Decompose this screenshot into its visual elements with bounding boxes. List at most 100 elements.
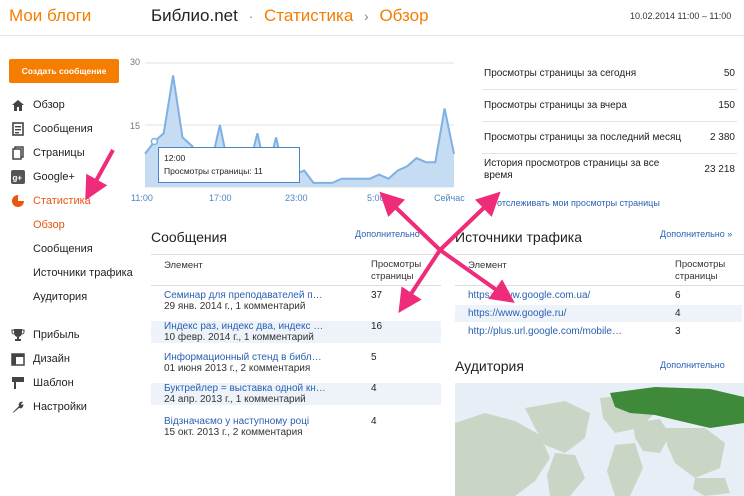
stat-label: Просмотры страницы за вчера — [484, 100, 627, 111]
svg-text:g+: g+ — [13, 174, 23, 183]
post-title-link[interactable]: Семинар для преподавателей п… — [151, 290, 341, 301]
chart-hover-point[interactable] — [150, 137, 159, 146]
post-row: Відзначаємо у наступному році 15 окт. 20… — [151, 416, 441, 438]
audience-world-map[interactable] — [455, 383, 744, 496]
sidebar-item-label: Шаблон — [33, 377, 74, 389]
stat-value: 50 — [723, 68, 735, 79]
sidebar-item-label: Страницы — [33, 147, 85, 159]
post-meta: 15 окт. 2013 г., 2 комментария — [164, 427, 303, 438]
sidebar-item-earnings[interactable]: Прибыль — [0, 323, 140, 347]
traffic-row: https://www.google.ru/ 4 — [455, 305, 742, 322]
stats-icon — [11, 194, 25, 208]
tooltip-time: 12:00 — [164, 153, 186, 163]
stat-label: История просмотров страницы за все время — [484, 158, 660, 181]
post-meta: 24 апр. 2013 г., 1 комментарий — [164, 394, 306, 405]
tooltip-text: Просмотры страницы: 11 — [164, 166, 263, 176]
post-title-link[interactable]: Відзначаємо у наступному році — [151, 416, 341, 427]
post-views: 4 — [371, 416, 377, 427]
post-meta: 10 февр. 2014 г., 1 комментарий — [164, 332, 314, 343]
sidebar-item-label: Прибыль — [33, 329, 80, 341]
x-tick-label: 17:00 — [209, 193, 232, 203]
sidebar-item-layout[interactable]: Дизайн — [0, 347, 140, 371]
world-map-graphic — [455, 387, 744, 496]
top-bar: Мои блоги Библио.net · Статистика › Обзо… — [0, 0, 744, 36]
sidebar-item-posts[interactable]: Сообщения — [0, 117, 140, 141]
date-range[interactable]: 10.02.2014 11:00 – 11:00 — [630, 11, 738, 21]
sidebar-sub-overview[interactable]: Обзор — [0, 213, 140, 237]
stat-row: Просмотры страницы за последний месяц 2 … — [482, 122, 737, 154]
audience-more-link[interactable]: Дополнительно — [660, 360, 725, 370]
stat-label: Просмотры страницы за сегодня — [484, 68, 637, 79]
my-blogs-link[interactable]: Мои блоги — [9, 6, 91, 26]
traffic-row: https://www.google.com.ua/ 6 — [455, 287, 742, 304]
sidebar-gap — [0, 309, 140, 323]
sidebar-item-label: Сообщения — [33, 123, 93, 135]
traffic-section-title: Источники трафика — [455, 229, 583, 245]
stat-value: 23 218 — [704, 164, 735, 175]
layout-icon — [11, 352, 25, 366]
stat-row: История просмотров страницы за все время… — [482, 154, 737, 186]
sidebar-sub-traffic[interactable]: Источники трафика — [0, 261, 140, 285]
post-views: 37 — [371, 290, 383, 301]
traffic-url-link[interactable]: http://plus.url.google.com/mobile… — [468, 323, 622, 340]
post-meta: 29 янв. 2014 г., 1 комментарий — [164, 301, 306, 312]
trophy-icon — [11, 328, 25, 342]
breadcrumb-chevron: › — [364, 8, 369, 24]
post-title-link[interactable]: Индекс раз, индекс два, индекс … — [151, 321, 341, 332]
template-icon — [11, 376, 25, 390]
sidebar-item-google-plus[interactable]: g+ Google+ — [0, 165, 140, 189]
pages-icon — [11, 146, 25, 160]
blog-name[interactable]: Библио.net — [151, 6, 238, 25]
post-row: Семинар для преподавателей п… 29 янв. 20… — [151, 290, 441, 312]
stat-row: Просмотры страницы за сегодня 50 — [482, 58, 737, 90]
sidebar-item-label: Google+ — [33, 171, 75, 183]
sidebar: Создать сообщение Обзор Сообщения Страни… — [0, 37, 140, 496]
y-tick-label: 30 — [130, 57, 141, 67]
chart-tooltip: 12:00 Просмотры страницы: 11 — [158, 147, 300, 183]
dont-track-link[interactable]: Не отслеживать мои просмотры страницы — [483, 198, 660, 208]
traffic-url-link[interactable]: https://www.google.ru/ — [468, 305, 566, 322]
breadcrumb-overview[interactable]: Обзор — [379, 6, 428, 25]
post-row: Индекс раз, индекс два, индекс … 10 февр… — [151, 321, 441, 343]
x-tick-label: 11:00 — [131, 193, 153, 203]
sidebar-nav: Обзор Сообщения Страницы g+ Google+ Стат… — [0, 93, 140, 419]
sidebar-item-settings[interactable]: Настройки — [0, 395, 140, 419]
posts-icon — [11, 122, 25, 136]
post-views: 16 — [371, 321, 383, 332]
sidebar-item-stats[interactable]: Статистика — [0, 189, 140, 213]
home-icon — [11, 98, 25, 112]
post-title-link[interactable]: Информационный стенд в библ… — [151, 352, 341, 363]
posts-section-title: Сообщения — [151, 229, 227, 245]
traffic-more-link[interactable]: Дополнительно » — [660, 229, 732, 239]
stat-label: Просмотры страницы за последний месяц — [484, 131, 682, 143]
y-tick-label: 15 — [130, 121, 141, 131]
sidebar-item-template[interactable]: Шаблон — [0, 371, 140, 395]
traffic-col-views: Просмотры страницы — [675, 259, 726, 282]
post-title-link[interactable]: Буктрейлер = выставка одной кн… — [151, 383, 341, 394]
divider — [455, 285, 744, 286]
sidebar-item-pages[interactable]: Страницы — [0, 141, 140, 165]
new-post-button[interactable]: Создать сообщение — [9, 59, 119, 83]
post-meta: 01 июня 2013 г., 2 комментария — [164, 363, 311, 374]
breadcrumb-stats[interactable]: Статистика — [264, 6, 353, 25]
posts-col-element: Элемент — [164, 260, 203, 271]
wrench-icon — [11, 400, 25, 414]
traffic-views: 3 — [675, 326, 681, 337]
posts-more-link[interactable]: Дополнительно — [355, 229, 420, 239]
x-tick-label: Сейчас — [434, 193, 465, 203]
sidebar-sub-audience[interactable]: Аудитория — [0, 285, 140, 309]
sidebar-sub-posts[interactable]: Сообщения — [0, 237, 140, 261]
post-row: Информационный стенд в библ… 01 июня 201… — [151, 352, 441, 374]
breadcrumb: Библио.net · Статистика › Обзор — [151, 6, 429, 26]
sidebar-item-label: Обзор — [33, 99, 65, 111]
post-row: Буктрейлер = выставка одной кн… 24 апр. … — [151, 383, 441, 405]
stat-row: Просмотры страницы за вчера 150 — [482, 90, 737, 122]
traffic-views: 4 — [675, 308, 681, 319]
traffic-views: 6 — [675, 290, 681, 301]
stats-table: Просмотры страницы за сегодня 50 Просмот… — [482, 58, 737, 186]
sidebar-item-overview[interactable]: Обзор — [0, 93, 140, 117]
traffic-url-link[interactable]: https://www.google.com.ua/ — [468, 287, 590, 304]
posts-col-views: Просмотры страницы — [371, 259, 422, 282]
post-views: 4 — [371, 383, 377, 394]
sidebar-item-label: Статистика — [33, 195, 91, 207]
